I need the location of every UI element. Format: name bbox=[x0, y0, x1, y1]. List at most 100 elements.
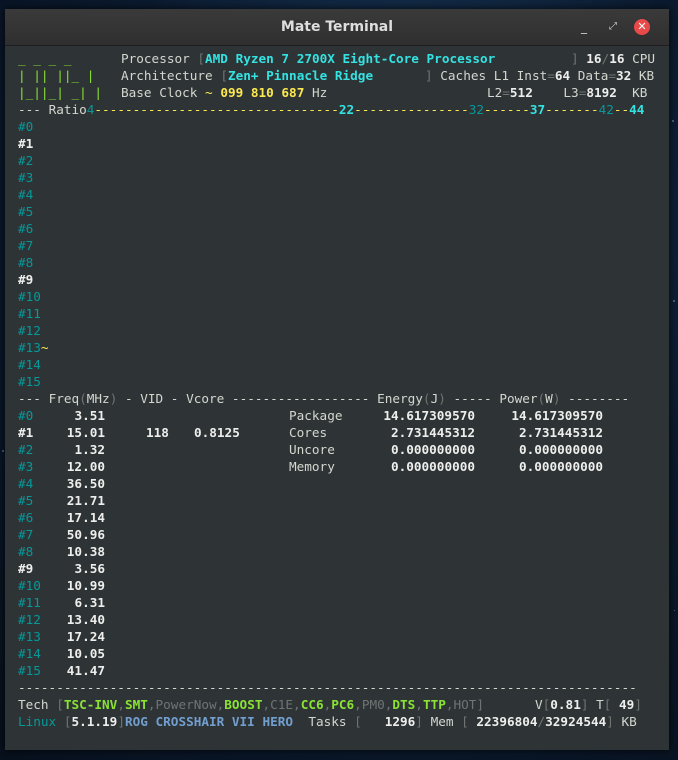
ratio-37: 37 bbox=[529, 102, 546, 117]
core-frequency: 10.38 bbox=[66, 544, 105, 559]
data-label: Data bbox=[577, 68, 609, 83]
l3-value: 8192 bbox=[586, 85, 617, 100]
ratio-bar: --- Ratio4------------------------------… bbox=[18, 102, 645, 117]
ratio-core-row: #2 bbox=[18, 152, 33, 169]
power-domain-energy: 0.000000000 bbox=[390, 459, 475, 474]
mem-total: 32924544 bbox=[545, 714, 607, 729]
core-frequency: 1.32 bbox=[74, 442, 105, 457]
l2-value: 512 bbox=[509, 85, 533, 100]
tech-flag: TTP bbox=[422, 697, 446, 712]
mem-label: Mem bbox=[430, 714, 454, 729]
ratio-core-id: #15 bbox=[18, 374, 41, 389]
tech-label: Tech bbox=[18, 697, 49, 712]
tech-flag: HOT bbox=[453, 697, 477, 712]
cpu-total: 16 bbox=[609, 51, 625, 66]
base-clock-row: Base Clock ~ 099 810 687 Hz bbox=[121, 85, 328, 100]
ratio-core-id: #6 bbox=[18, 221, 34, 236]
tasks-label: Tasks bbox=[308, 714, 347, 729]
base-clock-label: Base Clock bbox=[121, 85, 198, 100]
ratio-core-row: #3 bbox=[18, 169, 33, 186]
core-frequency: 6.31 bbox=[74, 595, 105, 610]
window-titlebar[interactable]: Mate Terminal _ ⤢ ✕ bbox=[5, 9, 669, 46]
ratio-core-row: #13~ bbox=[18, 339, 49, 356]
cpu-label: CPU bbox=[632, 51, 656, 66]
ratio-core-id: #4 bbox=[18, 187, 34, 202]
base-clock-value: 099 810 687 bbox=[220, 85, 305, 100]
t-label: T bbox=[596, 697, 604, 712]
core-id: #2 bbox=[18, 442, 34, 457]
board-name: ROG CROSSHAIR VII HERO bbox=[124, 714, 294, 729]
v-value: 0.81 bbox=[550, 697, 581, 712]
separator-line: ----------------------------------------… bbox=[18, 680, 637, 695]
tech-flag: PM0 bbox=[361, 697, 385, 712]
core-frequency: 13.40 bbox=[66, 612, 105, 627]
terminal-screen[interactable]: _ _ _ _ | || ||_ | |_||_| _| | Processor… bbox=[5, 46, 669, 750]
architecture-label: Architecture bbox=[121, 68, 213, 83]
maximize-button[interactable]: ⤢ bbox=[605, 19, 621, 35]
power-domain-power: 0.000000000 bbox=[518, 459, 603, 474]
core-frequency: 17.24 bbox=[66, 629, 105, 644]
mhz-label: MHz bbox=[86, 391, 110, 406]
l1-data-value: 32 bbox=[616, 68, 632, 83]
power-domain-power: 2.731445312 bbox=[518, 425, 603, 440]
ratio-22: 22 bbox=[338, 102, 355, 117]
power-domain-name: Cores bbox=[289, 425, 328, 440]
logo-line-2: | || ||_ | bbox=[18, 68, 95, 83]
tech-flag: DTS bbox=[392, 697, 416, 712]
ratio-core-row: #9 bbox=[18, 271, 33, 288]
terminal-window: Mate Terminal _ ⤢ ✕ _ _ _ _ | || ||_ | |… bbox=[5, 9, 669, 750]
ratio-core-id: #1 bbox=[18, 136, 34, 151]
core-frequency: 10.99 bbox=[66, 578, 105, 593]
ratio-core-row: #8 bbox=[18, 254, 33, 271]
core-vcore: 0.8125 bbox=[194, 425, 240, 440]
ratio-core-row: #7 bbox=[18, 237, 33, 254]
ratio-42: 42 bbox=[598, 102, 614, 117]
energy-label: Energy bbox=[377, 391, 423, 406]
processor-row: Processor [AMD Ryzen 7 2700X Eight-Core … bbox=[121, 51, 496, 66]
ratio-44: 44 bbox=[629, 102, 645, 117]
architecture-value: Zen+ Pinnacle Ridge bbox=[227, 68, 374, 83]
tech-flag: PC6 bbox=[331, 697, 355, 712]
core-id: #15 bbox=[18, 663, 41, 678]
ratio-core-row: #6 bbox=[18, 220, 33, 237]
minimize-button[interactable]: _ bbox=[576, 19, 592, 35]
close-button[interactable]: ✕ bbox=[634, 19, 650, 35]
core-id: #5 bbox=[18, 493, 34, 508]
window-title: Mate Terminal bbox=[280, 19, 394, 35]
power-domain-energy: 2.731445312 bbox=[390, 425, 475, 440]
tech-row: Tech [TSC-INV,SMT,PowerNow,BOOST,C1E,CC6… bbox=[18, 697, 485, 712]
ratio-core-row: #10 bbox=[18, 288, 41, 305]
l3-label: L3 bbox=[563, 85, 579, 100]
vcore-label: Vcore bbox=[186, 391, 225, 406]
vt-row: V[0.81] T[ 49] bbox=[535, 697, 642, 712]
core-id: #12 bbox=[18, 612, 41, 627]
freq-label: Freq bbox=[48, 391, 80, 406]
caches-label: Caches L1 Inst bbox=[440, 68, 548, 83]
power-domain-name: Package bbox=[289, 408, 343, 423]
header-line-3: |_||_| _| | bbox=[18, 84, 102, 101]
core-id: #6 bbox=[18, 510, 34, 525]
ratio-core-id: #9 bbox=[18, 272, 34, 287]
system-row: Linux [5.1.19]ROG CROSSHAIR VII HERO Tas… bbox=[18, 714, 637, 729]
tech-flags: TSC-INV,SMT,PowerNow,BOOST,C1E,CC6,PC6,P… bbox=[63, 697, 477, 712]
kernel-version: 5.1.19 bbox=[71, 714, 118, 729]
core-frequency: 17.14 bbox=[66, 510, 105, 525]
ratio-core-row: #11 bbox=[18, 305, 41, 322]
core-id: #3 bbox=[18, 459, 34, 474]
ratio-core-id: #2 bbox=[18, 153, 34, 168]
power-domain-name: Uncore bbox=[289, 442, 335, 457]
power-domain-power: 0.000000000 bbox=[518, 442, 603, 457]
ratio-core-id: #7 bbox=[18, 238, 34, 253]
vid-label: VID bbox=[140, 391, 164, 406]
ratio-core-row: #15 bbox=[18, 373, 41, 390]
ratio-marker: ~ bbox=[40, 340, 49, 355]
ratio-32: 32 bbox=[468, 102, 484, 117]
core-frequency: 36.50 bbox=[66, 476, 105, 491]
core-id: #14 bbox=[18, 646, 41, 661]
ratio-core-id: #11 bbox=[18, 306, 41, 321]
tech-flag: TSC-INV bbox=[63, 697, 118, 712]
core-id: #10 bbox=[18, 578, 41, 593]
ratio-core-row: #14 bbox=[18, 356, 41, 373]
core-frequency: 21.71 bbox=[66, 493, 105, 508]
power-domain-energy: 14.617309570 bbox=[383, 408, 475, 423]
